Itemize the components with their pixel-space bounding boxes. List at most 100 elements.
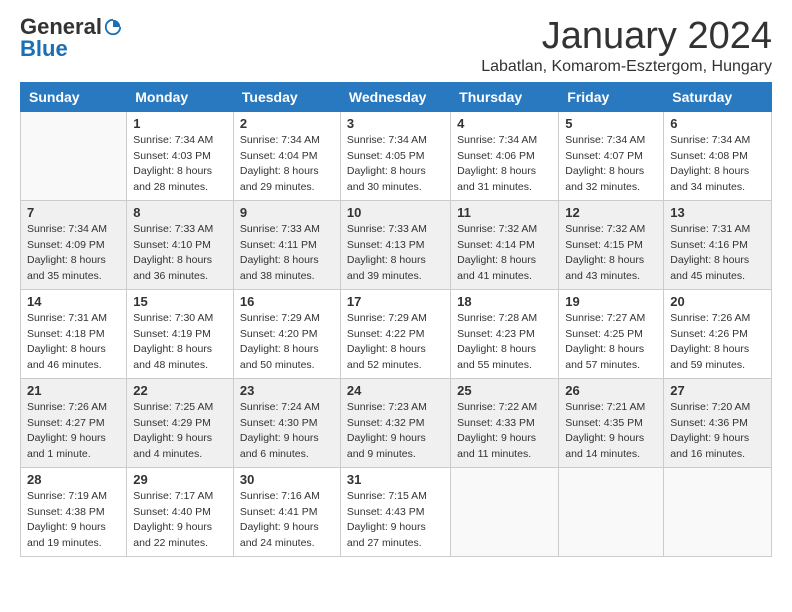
header-thursday: Thursday <box>451 82 559 111</box>
day-number: 13 <box>670 205 765 220</box>
day-number: 4 <box>457 116 552 131</box>
day-info: Sunrise: 7:33 AM Sunset: 4:10 PM Dayligh… <box>133 222 227 285</box>
day-info: Sunrise: 7:29 AM Sunset: 4:20 PM Dayligh… <box>240 311 334 374</box>
day-cell: 18Sunrise: 7:28 AM Sunset: 4:23 PM Dayli… <box>451 289 559 378</box>
day-number: 8 <box>133 205 227 220</box>
day-number: 2 <box>240 116 334 131</box>
day-number: 26 <box>565 383 657 398</box>
logo-blue-text: Blue <box>20 38 68 60</box>
day-number: 24 <box>347 383 444 398</box>
day-cell <box>559 467 664 556</box>
day-info: Sunrise: 7:29 AM Sunset: 4:22 PM Dayligh… <box>347 311 444 374</box>
day-number: 11 <box>457 205 552 220</box>
day-cell: 29 Sunrise: 7:17 AM Sunset: 4:40 PM Dayli… <box>127 467 234 556</box>
day-cell: 13 Sunrise: 7:31 AM Sunset: 4:16 PM Dayli… <box>664 200 772 289</box>
day-info: Sunrise: 7:31 AM Sunset: 4:16 PM Dayligh… <box>670 222 765 285</box>
day-number: 14 <box>27 294 120 309</box>
header-tuesday: Tuesday <box>233 82 340 111</box>
day-number: 16 <box>240 294 334 309</box>
day-info: Sunrise: 7:19 AM Sunset: 4:38 PM Dayligh… <box>27 489 120 552</box>
day-cell: 28 Sunrise: 7:19 AM Sunset: 4:38 PM Dayli… <box>21 467 127 556</box>
day-info: Sunrise: 7:27 AM Sunset: 4:25 PM Dayligh… <box>565 311 657 374</box>
page-header: General Blue January 2024 Labatlan, Koma… <box>20 16 772 76</box>
day-number: 7 <box>27 205 120 220</box>
day-number: 15 <box>133 294 227 309</box>
day-info: Sunrise: 7:31 AM Sunset: 4:18 PM Dayligh… <box>27 311 120 374</box>
day-cell: 25Sunrise: 7:22 AM Sunset: 4:33 PM Dayli… <box>451 378 559 467</box>
day-cell: 10Sunrise: 7:33 AM Sunset: 4:13 PM Dayli… <box>340 200 450 289</box>
day-cell: 20 Sunrise: 7:26 AM Sunset: 4:26 PM Dayli… <box>664 289 772 378</box>
day-info: Sunrise: 7:23 AM Sunset: 4:32 PM Dayligh… <box>347 400 444 463</box>
location-title: Labatlan, Komarom-Esztergom, Hungary <box>481 58 772 76</box>
day-cell: 12 Sunrise: 7:32 AM Sunset: 4:15 PM Dayli… <box>559 200 664 289</box>
day-number: 21 <box>27 383 120 398</box>
day-info: Sunrise: 7:32 AM Sunset: 4:14 PM Dayligh… <box>457 222 552 285</box>
day-info: Sunrise: 7:17 AM Sunset: 4:40 PM Dayligh… <box>133 489 227 552</box>
header-row: SundayMondayTuesdayWednesdayThursdayFrid… <box>21 82 772 111</box>
month-title: January 2024 <box>481 16 772 58</box>
day-cell: 23 Sunrise: 7:24 AM Sunset: 4:30 PM Dayli… <box>233 378 340 467</box>
day-info: Sunrise: 7:22 AM Sunset: 4:33 PM Dayligh… <box>457 400 552 463</box>
week-row-3: 14 Sunrise: 7:31 AM Sunset: 4:18 PM Dayli… <box>21 289 772 378</box>
week-row-2: 7 Sunrise: 7:34 AM Sunset: 4:09 PM Daylig… <box>21 200 772 289</box>
header-wednesday: Wednesday <box>340 82 450 111</box>
day-info: Sunrise: 7:34 AM Sunset: 4:06 PM Dayligh… <box>457 133 552 196</box>
day-info: Sunrise: 7:34 AM Sunset: 4:07 PM Dayligh… <box>565 133 657 196</box>
day-cell: 9Sunrise: 7:33 AM Sunset: 4:11 PM Daylig… <box>233 200 340 289</box>
day-number: 28 <box>27 472 120 487</box>
day-cell: 3 Sunrise: 7:34 AM Sunset: 4:05 PM Daylig… <box>340 111 450 200</box>
day-number: 19 <box>565 294 657 309</box>
day-cell: 26Sunrise: 7:21 AM Sunset: 4:35 PM Dayli… <box>559 378 664 467</box>
day-number: 17 <box>347 294 444 309</box>
calendar-table: SundayMondayTuesdayWednesdayThursdayFrid… <box>20 82 772 557</box>
logo-icon <box>104 18 122 36</box>
header-sunday: Sunday <box>21 82 127 111</box>
day-cell: 5Sunrise: 7:34 AM Sunset: 4:07 PM Daylig… <box>559 111 664 200</box>
day-info: Sunrise: 7:34 AM Sunset: 4:09 PM Dayligh… <box>27 222 120 285</box>
week-row-1: 1Sunrise: 7:34 AM Sunset: 4:03 PM Daylig… <box>21 111 772 200</box>
day-number: 1 <box>133 116 227 131</box>
day-info: Sunrise: 7:30 AM Sunset: 4:19 PM Dayligh… <box>133 311 227 374</box>
day-number: 30 <box>240 472 334 487</box>
day-cell: 8 Sunrise: 7:33 AM Sunset: 4:10 PM Daylig… <box>127 200 234 289</box>
day-info: Sunrise: 7:24 AM Sunset: 4:30 PM Dayligh… <box>240 400 334 463</box>
week-row-5: 28 Sunrise: 7:19 AM Sunset: 4:38 PM Dayli… <box>21 467 772 556</box>
day-cell: 15 Sunrise: 7:30 AM Sunset: 4:19 PM Dayli… <box>127 289 234 378</box>
day-cell <box>664 467 772 556</box>
day-info: Sunrise: 7:26 AM Sunset: 4:26 PM Dayligh… <box>670 311 765 374</box>
header-saturday: Saturday <box>664 82 772 111</box>
day-number: 31 <box>347 472 444 487</box>
day-cell: 24 Sunrise: 7:23 AM Sunset: 4:32 PM Dayli… <box>340 378 450 467</box>
day-info: Sunrise: 7:34 AM Sunset: 4:08 PM Dayligh… <box>670 133 765 196</box>
day-cell: 2 Sunrise: 7:34 AM Sunset: 4:04 PM Daylig… <box>233 111 340 200</box>
day-cell: 17 Sunrise: 7:29 AM Sunset: 4:22 PM Dayli… <box>340 289 450 378</box>
day-info: Sunrise: 7:34 AM Sunset: 4:05 PM Dayligh… <box>347 133 444 196</box>
day-cell: 27Sunrise: 7:20 AM Sunset: 4:36 PM Dayli… <box>664 378 772 467</box>
day-info: Sunrise: 7:15 AM Sunset: 4:43 PM Dayligh… <box>347 489 444 552</box>
week-row-4: 21 Sunrise: 7:26 AM Sunset: 4:27 PM Dayli… <box>21 378 772 467</box>
day-info: Sunrise: 7:20 AM Sunset: 4:36 PM Dayligh… <box>670 400 765 463</box>
day-info: Sunrise: 7:33 AM Sunset: 4:11 PM Dayligh… <box>240 222 334 285</box>
day-number: 20 <box>670 294 765 309</box>
day-info: Sunrise: 7:32 AM Sunset: 4:15 PM Dayligh… <box>565 222 657 285</box>
day-cell: 7 Sunrise: 7:34 AM Sunset: 4:09 PM Daylig… <box>21 200 127 289</box>
day-number: 10 <box>347 205 444 220</box>
header-monday: Monday <box>127 82 234 111</box>
logo: General Blue <box>20 16 122 60</box>
day-cell: 16 Sunrise: 7:29 AM Sunset: 4:20 PM Dayli… <box>233 289 340 378</box>
logo-general-text: General <box>20 16 102 38</box>
day-number: 29 <box>133 472 227 487</box>
day-number: 3 <box>347 116 444 131</box>
day-cell <box>21 111 127 200</box>
day-number: 12 <box>565 205 657 220</box>
day-cell: 30Sunrise: 7:16 AM Sunset: 4:41 PM Dayli… <box>233 467 340 556</box>
day-cell: 4 Sunrise: 7:34 AM Sunset: 4:06 PM Daylig… <box>451 111 559 200</box>
day-info: Sunrise: 7:25 AM Sunset: 4:29 PM Dayligh… <box>133 400 227 463</box>
day-cell: 22Sunrise: 7:25 AM Sunset: 4:29 PM Dayli… <box>127 378 234 467</box>
day-cell <box>451 467 559 556</box>
day-number: 23 <box>240 383 334 398</box>
day-info: Sunrise: 7:26 AM Sunset: 4:27 PM Dayligh… <box>27 400 120 463</box>
day-info: Sunrise: 7:34 AM Sunset: 4:04 PM Dayligh… <box>240 133 334 196</box>
day-info: Sunrise: 7:28 AM Sunset: 4:23 PM Dayligh… <box>457 311 552 374</box>
day-number: 6 <box>670 116 765 131</box>
